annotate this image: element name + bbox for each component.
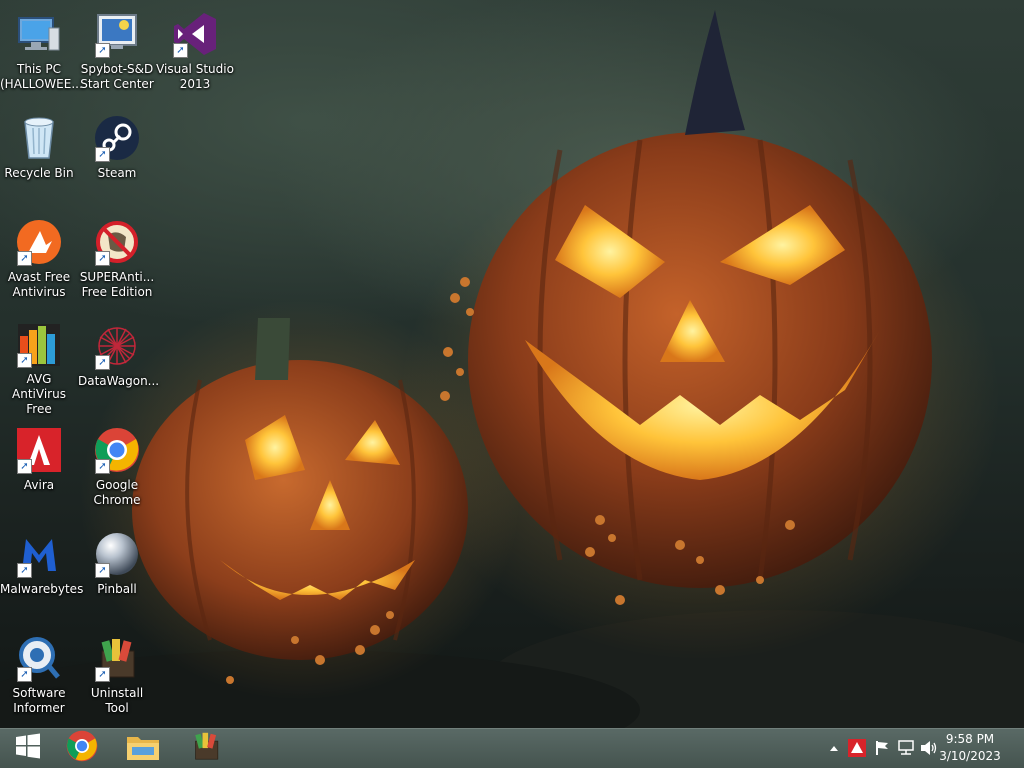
pinball-icon: ➚ <box>93 530 141 578</box>
desktop-icon-avira[interactable]: ➚ Avira <box>0 420 78 516</box>
chevron-up-icon[interactable] <box>825 739 843 757</box>
shortcut-arrow-icon: ➚ <box>95 355 110 370</box>
shortcut-arrow-icon: ➚ <box>95 459 110 474</box>
icon-label: Malwarebytes <box>0 582 84 596</box>
desktop-icon-spybot[interactable]: ➚ Spybot-S&D Start Center <box>78 4 156 100</box>
icon-label: SUPERAnti... Free Edition <box>79 270 155 299</box>
uninstall-tool-icon <box>190 730 222 766</box>
icon-label: Avira <box>23 478 55 492</box>
taskbar-uninstall-tool-button[interactable] <box>178 728 234 768</box>
computer-icon <box>15 10 63 58</box>
icon-label: Pinball <box>97 582 137 596</box>
desktop-icon-avast[interactable]: ➚ Avast Free Antivirus <box>0 212 78 308</box>
clock-date: 3/10/2023 <box>939 749 1001 763</box>
shortcut-arrow-icon: ➚ <box>95 563 110 578</box>
avira-icon: ➚ <box>15 426 63 474</box>
desktop-icon-visual-studio[interactable]: ➚ Visual Studio 2013 <box>156 4 234 100</box>
uninstall-tool-icon: ➚ <box>93 634 141 682</box>
desktop-icon-this-pc[interactable]: This PC (HALLOWEE... <box>0 4 83 100</box>
shortcut-arrow-icon: ➚ <box>95 147 110 162</box>
malwarebytes-icon: ➚ <box>15 530 63 578</box>
visual-studio-icon: ➚ <box>171 10 219 58</box>
shortcut-arrow-icon: ➚ <box>95 251 110 266</box>
shortcut-arrow-icon: ➚ <box>173 43 188 58</box>
shortcut-arrow-icon: ➚ <box>17 251 32 266</box>
desktop-icon-recycle-bin[interactable]: Recycle Bin <box>0 108 78 204</box>
shortcut-arrow-icon: ➚ <box>17 459 32 474</box>
clock[interactable]: 9:58 PM 3/10/2023 <box>930 731 1010 765</box>
spybot-icon: ➚ <box>93 10 141 58</box>
superantispyware-icon: ➚ <box>93 218 141 266</box>
avast-icon: ➚ <box>15 218 63 266</box>
recycle-bin-icon <box>15 114 63 162</box>
desktop-icon-pinball[interactable]: ➚ Pinball <box>78 524 156 620</box>
icon-label: Spybot-S&D Start Center <box>80 62 154 91</box>
shortcut-arrow-icon: ➚ <box>17 563 32 578</box>
desktop-icon-malwarebytes[interactable]: ➚ Malwarebytes <box>0 524 84 620</box>
taskbar-chrome-button[interactable] <box>54 728 110 768</box>
network-icon[interactable] <box>897 739 915 757</box>
windows-start-icon <box>15 733 41 763</box>
avg-icon: ➚ <box>15 322 63 368</box>
icon-label: Visual Studio 2013 <box>156 62 234 91</box>
file-explorer-icon <box>126 731 160 765</box>
taskbar: 9:58 PM 3/10/2023 <box>0 728 1024 768</box>
software-informer-icon: ➚ <box>15 634 63 682</box>
steam-icon: ➚ <box>93 114 141 162</box>
icon-label: AVG AntiVirus Free <box>12 372 66 416</box>
desktop-icon-steam[interactable]: ➚ Steam <box>78 108 156 204</box>
shortcut-arrow-icon: ➚ <box>95 667 110 682</box>
desktop-icon-avg[interactable]: ➚ AVG AntiVirus Free <box>0 316 78 416</box>
icon-label: Google Chrome <box>93 478 141 507</box>
desktop-icon-google-chrome[interactable]: ➚ Google Chrome <box>78 420 156 516</box>
security-alert-icon[interactable] <box>848 739 866 757</box>
icon-label: Steam <box>97 166 137 180</box>
datawagon-icon: ➚ <box>93 322 141 370</box>
taskbar-file-explorer-button[interactable] <box>115 728 171 768</box>
icon-label: Software Informer <box>12 686 66 715</box>
icon-label: Recycle Bin <box>4 166 74 180</box>
desktop-icon-software-informer[interactable]: ➚ Software Informer <box>0 628 78 724</box>
icon-label: Uninstall Tool <box>90 686 144 715</box>
chrome-icon: ➚ <box>93 426 141 474</box>
shortcut-arrow-icon: ➚ <box>17 353 32 368</box>
icon-label: This PC (HALLOWEE... <box>0 62 83 91</box>
flag-icon[interactable] <box>873 739 891 757</box>
desktop-icon-datawagon[interactable]: ➚ DataWagon... <box>78 316 160 412</box>
icon-label: DataWagon... <box>78 374 160 388</box>
desktop-icon-uninstall-tool[interactable]: ➚ Uninstall Tool <box>78 628 156 724</box>
desktop[interactable]: This PC (HALLOWEE... Recycle Bin ➚ Avast… <box>0 0 1024 728</box>
chrome-icon <box>66 730 98 766</box>
clock-time: 9:58 PM <box>945 732 995 746</box>
icon-label: Avast Free Antivirus <box>7 270 71 299</box>
desktop-icon-superantispyware[interactable]: ➚ SUPERAnti... Free Edition <box>78 212 156 308</box>
shortcut-arrow-icon: ➚ <box>17 667 32 682</box>
shortcut-arrow-icon: ➚ <box>95 43 110 58</box>
start-button[interactable] <box>0 728 56 768</box>
